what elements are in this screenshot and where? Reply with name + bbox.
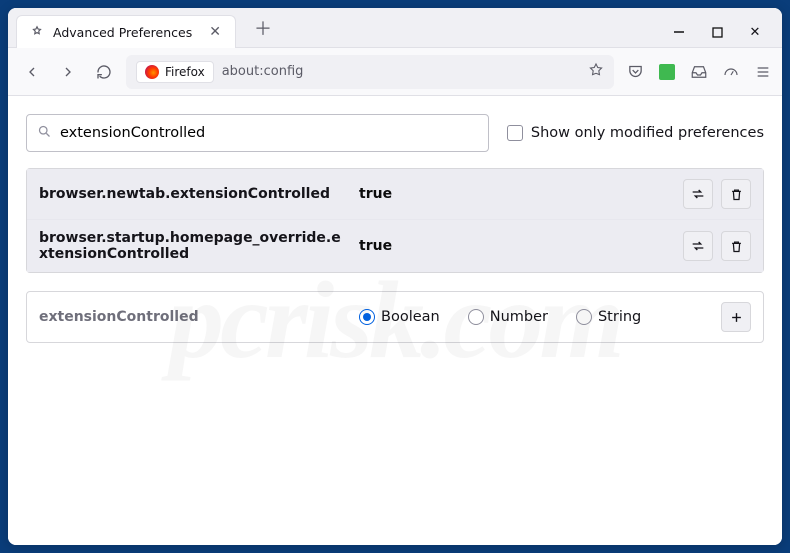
tab-favicon bbox=[29, 24, 45, 40]
radio-icon bbox=[576, 309, 592, 325]
reload-button[interactable] bbox=[90, 58, 118, 86]
radio-icon bbox=[468, 309, 484, 325]
pref-value: true bbox=[359, 238, 673, 254]
tab-bar: Advanced Preferences ✕ ＋ ✕ bbox=[8, 8, 782, 48]
delete-button[interactable] bbox=[721, 179, 751, 209]
nav-toolbar: Firefox about:config bbox=[8, 48, 782, 96]
pref-row[interactable]: browser.newtab.extensionControlled true bbox=[27, 169, 763, 219]
type-label: String bbox=[598, 309, 641, 325]
url-text: about:config bbox=[222, 64, 304, 79]
prefs-list: browser.newtab.extensionControlled true … bbox=[26, 168, 764, 273]
new-tab-button[interactable]: ＋ bbox=[244, 9, 282, 47]
firefox-logo-icon bbox=[145, 65, 159, 79]
new-pref-name: extensionControlled bbox=[39, 309, 349, 325]
new-pref-box: extensionControlled Boolean Number Strin… bbox=[26, 291, 764, 343]
pref-name: browser.newtab.extensionControlled bbox=[39, 186, 349, 202]
maximize-button[interactable] bbox=[710, 25, 724, 39]
show-modified-checkbox[interactable]: Show only modified preferences bbox=[507, 125, 764, 141]
tab-title: Advanced Preferences bbox=[53, 25, 199, 40]
type-radio-boolean[interactable]: Boolean bbox=[359, 309, 440, 325]
toggle-button[interactable] bbox=[683, 179, 713, 209]
minimize-button[interactable] bbox=[672, 25, 686, 39]
close-window-button[interactable]: ✕ bbox=[748, 25, 762, 39]
type-radio-string[interactable]: String bbox=[576, 309, 641, 325]
extension-icon[interactable] bbox=[658, 63, 676, 81]
pref-search-input[interactable] bbox=[60, 125, 478, 141]
type-label: Boolean bbox=[381, 309, 440, 325]
type-label: Number bbox=[490, 309, 548, 325]
toggle-button[interactable] bbox=[683, 231, 713, 261]
pref-search-box[interactable] bbox=[26, 114, 489, 152]
pref-row[interactable]: browser.startup.homepage_override.extens… bbox=[27, 219, 763, 272]
menu-icon[interactable] bbox=[754, 63, 772, 81]
content-area: pcrisk.com Show only modified preference… bbox=[8, 96, 782, 545]
close-tab-icon[interactable]: ✕ bbox=[207, 24, 223, 40]
checkbox-icon bbox=[507, 125, 523, 141]
delete-button[interactable] bbox=[721, 231, 751, 261]
pref-value: true bbox=[359, 186, 673, 202]
pref-name: browser.startup.homepage_override.extens… bbox=[39, 230, 349, 262]
new-pref-row: extensionControlled Boolean Number Strin… bbox=[27, 292, 763, 342]
bookmark-star-icon[interactable] bbox=[588, 62, 604, 82]
pocket-icon[interactable] bbox=[626, 63, 644, 81]
type-radio-number[interactable]: Number bbox=[468, 309, 548, 325]
search-icon bbox=[37, 124, 52, 143]
tab-advanced-preferences[interactable]: Advanced Preferences ✕ bbox=[16, 15, 236, 48]
radio-icon bbox=[359, 309, 375, 325]
show-modified-label: Show only modified preferences bbox=[531, 125, 764, 141]
inbox-icon[interactable] bbox=[690, 63, 708, 81]
url-origin-badge: Firefox bbox=[136, 61, 214, 83]
back-button[interactable] bbox=[18, 58, 46, 86]
add-pref-button[interactable] bbox=[721, 302, 751, 332]
forward-button[interactable] bbox=[54, 58, 82, 86]
performance-icon[interactable] bbox=[722, 63, 740, 81]
url-origin-label: Firefox bbox=[165, 65, 205, 79]
url-bar[interactable]: Firefox about:config bbox=[126, 55, 614, 89]
